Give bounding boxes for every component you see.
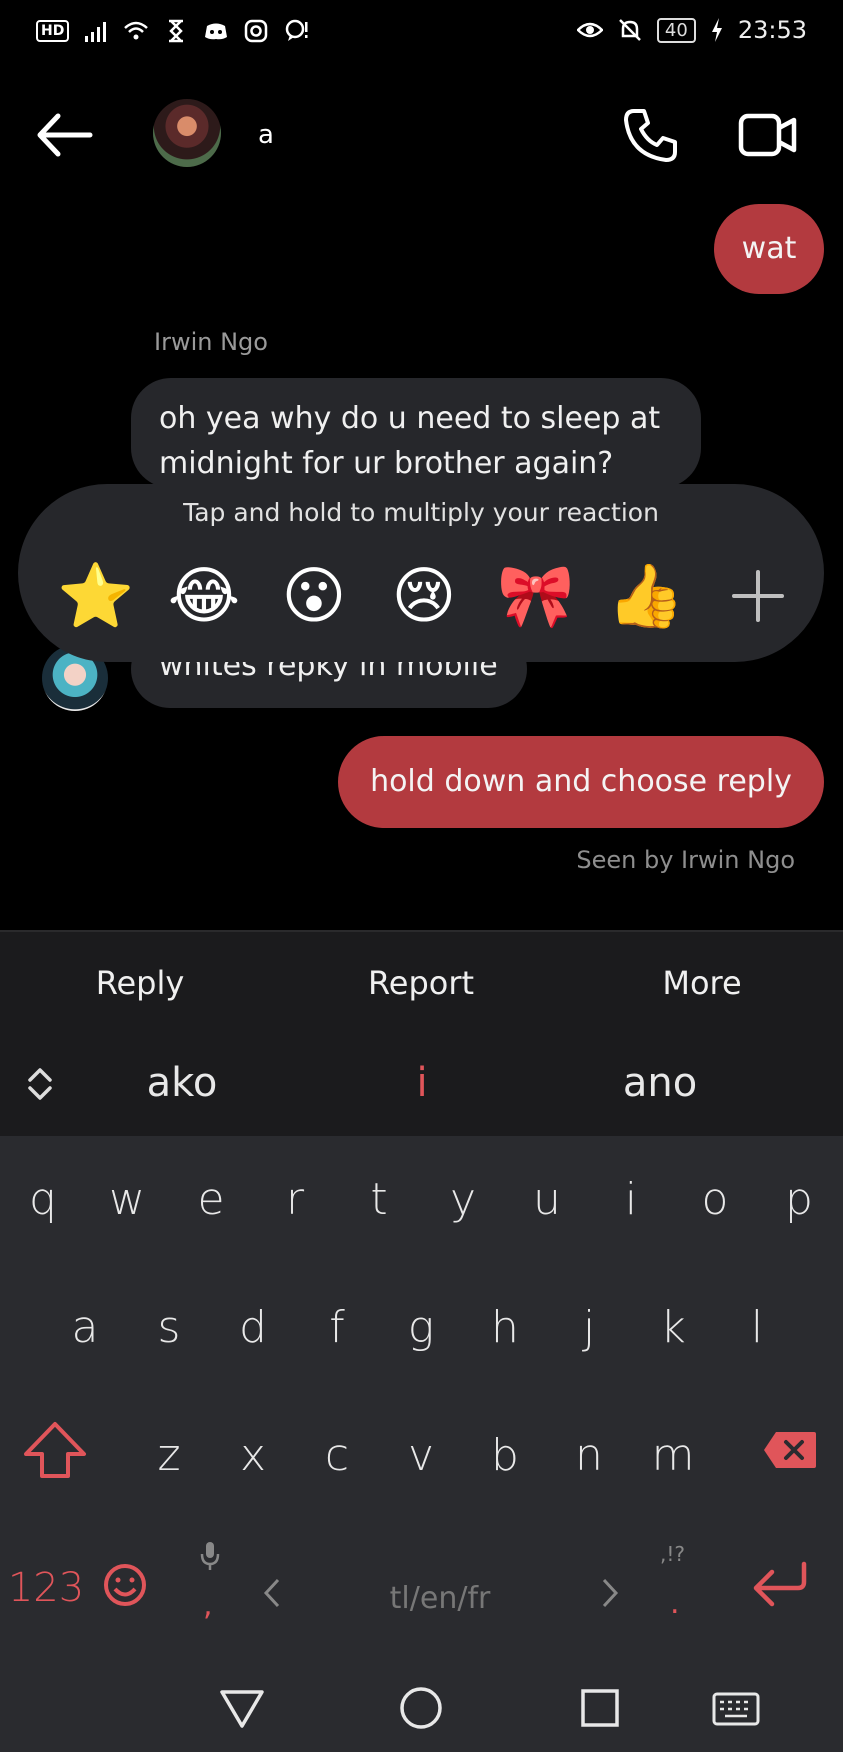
key-q[interactable]: q: [8, 1160, 78, 1240]
key-b[interactable]: b: [470, 1416, 540, 1496]
hourglass-icon: [169, 19, 184, 43]
hd-badge: HD: [36, 20, 70, 42]
comma-key[interactable]: ,: [203, 1588, 213, 1623]
contact-avatar[interactable]: [153, 99, 221, 167]
key-x[interactable]: x: [218, 1416, 288, 1496]
instagram-icon: [245, 19, 268, 43]
thumbs-up-emoji[interactable]: 👍: [606, 556, 686, 636]
crying-emoji[interactable]: 😢: [384, 556, 464, 636]
microphone-icon[interactable]: [198, 1540, 222, 1574]
more-button[interactable]: More: [602, 964, 802, 1002]
key-u[interactable]: u: [512, 1160, 582, 1240]
phone-icon[interactable]: [620, 105, 680, 165]
star-emoji[interactable]: ⭐: [56, 556, 136, 636]
key-c[interactable]: c: [302, 1416, 372, 1496]
wifi-icon: [124, 21, 149, 40]
key-n[interactable]: n: [554, 1416, 624, 1496]
home-circle-icon[interactable]: [395, 1682, 447, 1734]
back-arrow-icon[interactable]: [34, 110, 94, 160]
suggestion-word[interactable]: i: [322, 1060, 522, 1106]
key-d[interactable]: d: [218, 1288, 288, 1368]
sender-name: Irwin Ngo: [154, 328, 268, 356]
video-camera-icon[interactable]: [738, 110, 798, 160]
key-m[interactable]: m: [638, 1416, 708, 1496]
suggestion-word[interactable]: ako: [82, 1060, 282, 1106]
key-f[interactable]: f: [302, 1288, 372, 1368]
clock: 23:53: [737, 16, 807, 44]
discord-icon: [205, 23, 228, 40]
key-w[interactable]: w: [92, 1160, 162, 1240]
reaction-hint: Tap and hold to multiply your reaction: [183, 498, 659, 527]
key-t[interactable]: t: [344, 1160, 414, 1240]
message-text: wat: [741, 231, 797, 266]
surprised-emoji[interactable]: 😮: [274, 556, 354, 636]
shift-icon[interactable]: [22, 1420, 88, 1480]
emoji-icon[interactable]: [102, 1562, 148, 1608]
key-j[interactable]: j: [554, 1288, 624, 1368]
eye-icon: [576, 22, 603, 38]
key-a[interactable]: a: [50, 1288, 120, 1368]
plus-icon[interactable]: [728, 566, 788, 626]
key-o[interactable]: o: [680, 1160, 750, 1240]
space-bar[interactable]: tl/en/fr: [250, 1564, 630, 1634]
key-r[interactable]: r: [260, 1160, 330, 1240]
message-incoming[interactable]: oh yea why do u need to sleep at midnigh…: [131, 378, 701, 488]
alert-bubble-icon: [286, 19, 308, 41]
keyboard-icon[interactable]: [710, 1682, 762, 1734]
cursor-right-icon[interactable]: [600, 1576, 620, 1610]
reaction-panel: Tap and hold to multiply your reaction ⭐…: [18, 484, 824, 662]
key-s[interactable]: s: [134, 1288, 204, 1368]
key-g[interactable]: g: [386, 1288, 456, 1368]
period-key[interactable]: .: [670, 1586, 680, 1621]
suggestion-bar: ako i ano: [0, 1030, 843, 1136]
status-left: HD: [36, 18, 309, 44]
status-right: 40 23:53: [576, 16, 807, 44]
back-triangle-icon[interactable]: [216, 1682, 268, 1734]
key-l[interactable]: l: [722, 1288, 792, 1368]
key-i[interactable]: i: [596, 1160, 666, 1240]
key-k[interactable]: k: [638, 1288, 708, 1368]
laughing-emoji[interactable]: 😂: [164, 556, 244, 636]
contact-name[interactable]: a: [258, 120, 274, 150]
key-z[interactable]: z: [134, 1416, 204, 1496]
battery-indicator: 40: [656, 17, 696, 43]
signal-icon: [85, 22, 107, 42]
ribbon-emoji[interactable]: 🎀: [496, 556, 576, 636]
message-text-line: midnight for ur brother again?: [159, 446, 614, 481]
expand-collapse-icon[interactable]: [24, 1064, 56, 1104]
punctuation-hint: ,!?: [660, 1542, 685, 1566]
message-outgoing[interactable]: wat: [714, 204, 824, 294]
key-v[interactable]: v: [386, 1416, 456, 1496]
key-y[interactable]: y: [428, 1160, 498, 1240]
backspace-icon[interactable]: [762, 1430, 818, 1470]
message-text: hold down and choose reply: [370, 764, 792, 799]
report-button[interactable]: Report: [321, 964, 521, 1002]
key-e[interactable]: e: [176, 1160, 246, 1240]
enter-icon[interactable]: [750, 1560, 810, 1608]
recents-square-icon[interactable]: [574, 1682, 626, 1734]
status-bar: HD 40 23:53: [0, 0, 843, 70]
navigation-bar: [0, 1664, 843, 1752]
message-outgoing[interactable]: hold down and choose reply: [338, 736, 824, 828]
charging-icon: [711, 18, 722, 42]
key-p[interactable]: p: [764, 1160, 834, 1240]
reply-button[interactable]: Reply: [40, 964, 240, 1002]
bell-off-icon: [619, 19, 641, 41]
keyboard: q w e r t y u i o p a s d f g h j k l z …: [0, 1136, 843, 1664]
numbers-key[interactable]: 123: [6, 1548, 86, 1628]
suggestion-word[interactable]: ano: [560, 1060, 760, 1106]
message-text-line: oh yea why do u need to sleep at: [159, 401, 661, 436]
seen-receipt: Seen by Irwin Ngo: [576, 846, 795, 874]
chat-header: a: [0, 80, 843, 190]
key-h[interactable]: h: [470, 1288, 540, 1368]
